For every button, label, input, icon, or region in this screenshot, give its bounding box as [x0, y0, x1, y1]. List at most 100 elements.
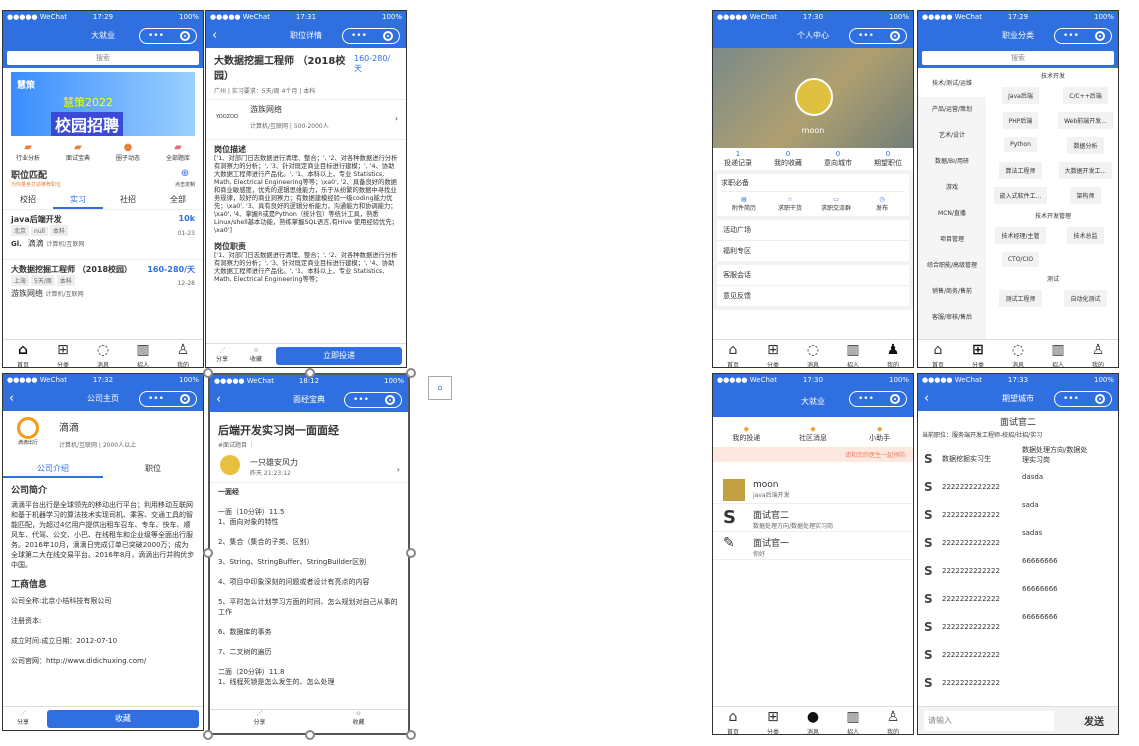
tab-home[interactable]: ⌂ 首页: [3, 340, 43, 367]
back-button[interactable]: ‹: [212, 24, 217, 48]
capsule-menu[interactable]: •••: [139, 391, 197, 407]
assistant-tab[interactable]: ◆ 小助手: [846, 425, 913, 443]
tab-campus[interactable]: 校招: [3, 192, 53, 209]
layout-options-icon[interactable]: ⌂: [428, 376, 452, 400]
industry-analysis-button[interactable]: ▰ 行业分析: [3, 142, 53, 162]
list-item[interactable]: S 面试官二 数据处理方向/数据处理实习岗: [713, 504, 913, 532]
company-logo: 滴滴出行: [13, 417, 43, 446]
share-icon: ⋰: [256, 710, 263, 717]
phone-job-detail: ●●●●● WeChat 17:31 100% ‹ 职位详情 ••• 大数据挖掘工程师 …: [205, 10, 407, 368]
share-button[interactable]: ⋰ 分享: [216, 347, 228, 363]
phone-category: ●●●●● WeChat 17:29 100% 职业分类 ••• 搜索 技术/测试/运…: [917, 10, 1119, 368]
file-icon: ▤: [741, 196, 747, 203]
book-icon: ▰: [74, 142, 82, 153]
share-icon: ⋰: [219, 347, 225, 354]
list-item[interactable]: moon java后端开发: [713, 476, 913, 504]
tab-intro[interactable]: 公司介绍: [3, 461, 103, 478]
company-logo: YOOZOO: [216, 114, 238, 120]
star-icon: ☆: [253, 347, 259, 354]
job-tabs: 校招 实习 社招 全部: [3, 192, 203, 210]
bar-chart-icon: ▥: [1051, 342, 1065, 358]
chat-icon: ◌: [96, 342, 110, 358]
send-icon: ◆: [743, 425, 750, 433]
quick-links: ▰ 行业分析 ▰ 面试宝典 ● 圈子动态 ▰ 全部题库: [3, 140, 203, 164]
welfare-item[interactable]: 福利专区: [717, 241, 909, 261]
resize-handle[interactable]: [406, 368, 416, 378]
resume-button[interactable]: ▤ 附件简历: [721, 196, 767, 212]
message-input[interactable]: 请输入: [924, 711, 1054, 731]
back-button[interactable]: ‹: [924, 387, 929, 411]
my-applications-tab[interactable]: ◆ 我的投递: [713, 425, 780, 443]
resize-handle[interactable]: [305, 730, 315, 740]
community-tab[interactable]: ◆ 社区消息: [780, 425, 847, 443]
resize-handle[interactable]: [305, 368, 315, 378]
tab-positions[interactable]: 职位: [103, 461, 203, 478]
home-icon: ⌂: [728, 709, 738, 725]
grid-icon: ⊞: [972, 342, 984, 358]
user-icon: ♟: [886, 342, 900, 358]
send-button[interactable]: 发送: [1084, 713, 1104, 728]
chat-icon: ◌: [806, 342, 820, 358]
phone-chat: ●●●●● WeChat 17:33 100% ‹ 期望城市 ••• 面试官二 当前职位…: [917, 373, 1119, 735]
list-item[interactable]: 大数据挖掘工程师 （2018校园） 160-280/天 上海 5天/周 本科 12-…: [3, 260, 203, 310]
campus-banner[interactable]: 慧策 慧策2022 校园招聘: [11, 72, 195, 136]
tips-button[interactable]: ☆ 求职干货: [767, 196, 813, 212]
resize-handle[interactable]: [203, 548, 213, 558]
share-button[interactable]: ⋰ 分享: [17, 710, 29, 726]
search-input[interactable]: 搜索: [922, 51, 1114, 65]
favorite-button[interactable]: ☆ 收藏: [309, 710, 408, 733]
company-card[interactable]: YOOZOO 游族网络 计算机/互联网 | 500-2000人 ›: [206, 100, 406, 140]
job-title: 大数据挖掘工程师 （2018校园）: [214, 56, 346, 82]
chart-icon: ▰: [24, 142, 32, 153]
tab-mine[interactable]: ♙ 我的: [163, 340, 203, 367]
capsule-menu[interactable]: •••: [342, 28, 400, 44]
chat-icon: ◌: [1011, 342, 1025, 358]
activity-item[interactable]: 活动广场: [717, 220, 909, 241]
service-item[interactable]: 客服会话: [717, 265, 909, 286]
tab-recruit[interactable]: ▥ 招人: [123, 340, 163, 367]
share-button[interactable]: ⋰ 分享: [210, 710, 309, 733]
interview-guide-button[interactable]: ▰ 面试宝典: [53, 142, 103, 162]
list-item[interactable]: java后端开发 10k 北京 null 本科 01-23 Gl. 滴滴 计算机/互联…: [3, 210, 203, 260]
resize-handle[interactable]: [406, 548, 416, 558]
tab-category[interactable]: ⊞ 分类: [43, 340, 83, 367]
bank-icon: ▰: [174, 142, 182, 153]
capsule-menu[interactable]: •••: [139, 28, 197, 44]
back-button[interactable]: ‹: [9, 387, 14, 411]
resize-handle[interactable]: [203, 368, 213, 378]
phone-company: ●●●●● WeChat 17:32 100% ‹ 公司主页 ••• 滴滴出行 滴滴 计…: [2, 373, 204, 731]
circle-news-button[interactable]: ● 圈子动态: [103, 142, 153, 162]
resize-handle[interactable]: [203, 730, 213, 740]
tab-all[interactable]: 全部: [153, 192, 203, 209]
phone-interview: ●●●●● WeChat 18:12 100% ‹ 面经宝典 ••• 后端开发实习岗一面…: [208, 373, 410, 735]
favorite-button[interactable]: ☆ 收藏: [250, 347, 262, 363]
list-item[interactable]: ✎ 面试官一 你好: [713, 532, 913, 560]
stat-applied[interactable]: 1 投递记录: [713, 150, 763, 168]
favorite-button[interactable]: 收藏: [47, 710, 199, 728]
group-button[interactable]: ▭ 求职交流群: [813, 196, 859, 212]
resize-handle[interactable]: [406, 730, 416, 740]
capsule-menu[interactable]: •••: [849, 28, 907, 44]
feedback-item[interactable]: 意见反馈: [717, 286, 909, 306]
phone-profile: ●●●●● WeChat 17:30 100% 个人中心 ••• moon 1 投递记录…: [712, 10, 914, 368]
search-input[interactable]: 搜索: [7, 51, 199, 65]
bar-chart-icon: ▥: [846, 709, 860, 725]
stat-favorites[interactable]: 0 我的收藏: [763, 150, 813, 168]
stat-position[interactable]: 0 期望职位: [863, 150, 913, 168]
capsule-menu[interactable]: •••: [344, 392, 402, 408]
capsule-menu[interactable]: •••: [849, 391, 907, 407]
capsule-menu[interactable]: •••: [1054, 391, 1112, 407]
tab-message[interactable]: ◌ 消息: [83, 340, 123, 367]
tab-social[interactable]: 社招: [103, 192, 153, 209]
question-bank-button[interactable]: ▰ 全部题库: [153, 142, 203, 162]
tab-intern[interactable]: 实习: [53, 192, 103, 209]
avatar[interactable]: [795, 78, 833, 116]
stat-city[interactable]: 0 意向城市: [813, 150, 863, 168]
customize-button[interactable]: ⊕ 点击定制: [175, 168, 195, 188]
publish-button[interactable]: ◷ 发布: [859, 196, 905, 212]
back-button[interactable]: ‹: [216, 388, 221, 412]
phone-messages: ●●●●● WeChat 17:30 100% 大就业 ••• ◆ 我的投递 ◆ 社区消息…: [712, 373, 914, 735]
bar-chart-icon: ▥: [136, 342, 150, 358]
capsule-menu[interactable]: •••: [1054, 28, 1112, 44]
apply-button[interactable]: 立即投递: [276, 347, 402, 365]
